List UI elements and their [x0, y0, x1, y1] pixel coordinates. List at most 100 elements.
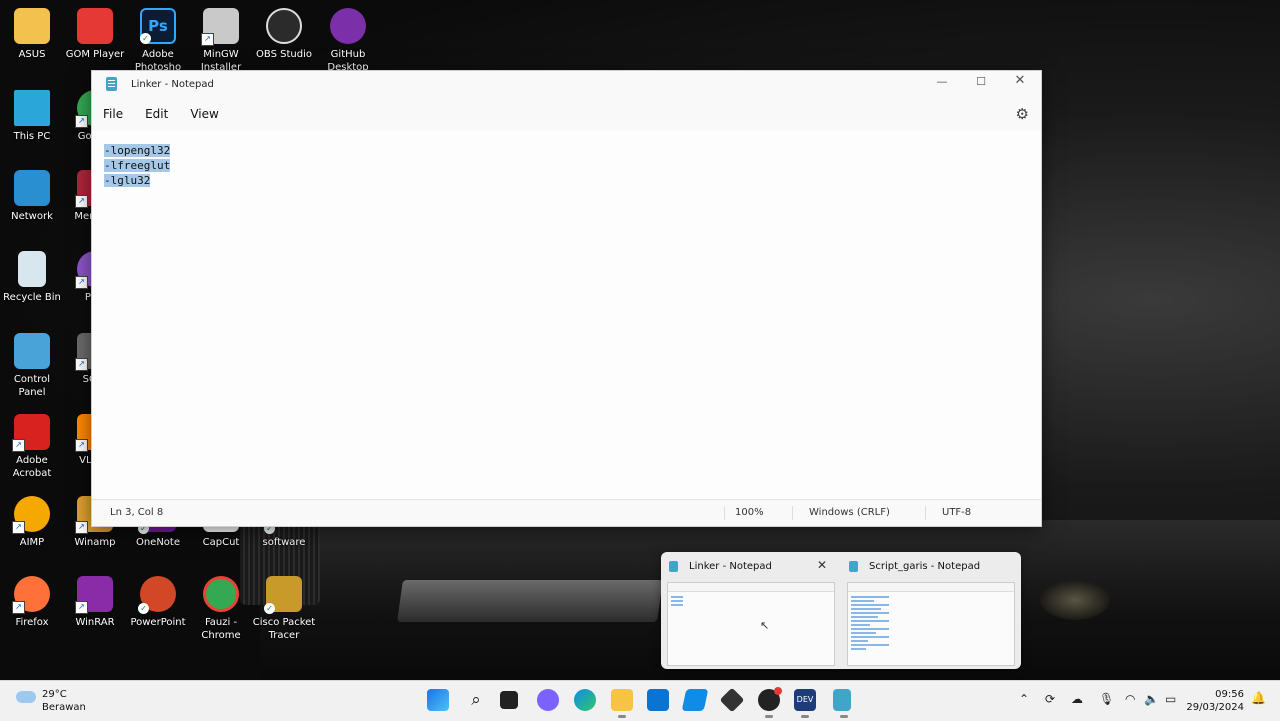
desktop-icon-label: Winamp — [74, 537, 116, 548]
preview-title: Linker - Notepad — [689, 561, 772, 572]
desktop-icon-label: Firefox — [15, 617, 49, 628]
wallpaper-laptop — [397, 580, 663, 622]
desktop-icon-aimp[interactable]: ↗ AIMP — [0, 496, 64, 549]
desktop-icon-gom-player[interactable]: GOM Player — [63, 8, 127, 61]
cloud-icon — [16, 691, 36, 703]
photoshop-icon: Ps ✓ — [140, 8, 176, 44]
taskbar-preview: Linker - Notepad ✕ ↖ Script_garis - Note… — [661, 552, 1021, 669]
desktop-icon-cisco-packet-tracer[interactable]: ✓ Cisco Packet Tracer — [252, 576, 316, 642]
firefox-icon: ↗ — [12, 576, 50, 614]
text-editor[interactable]: -lopengl32 -lfreeglut -lglu32 — [92, 131, 1041, 500]
desktop-icon-photoshop[interactable]: Ps ✓ Adobe Photosho — [126, 8, 190, 74]
editor-line: -lopengl32 — [104, 144, 171, 157]
recycle-bin-icon — [18, 251, 46, 287]
desktop-icon-label: GOM Player — [65, 49, 125, 60]
minimize-icon[interactable]: — — [922, 75, 962, 88]
desktop-icon-label: CapCut — [202, 537, 240, 548]
desktop-icon-github-desktop[interactable]: GitHub Desktop — [316, 8, 380, 74]
cursor-position: Ln 3, Col 8 — [110, 507, 164, 518]
desktop-icon-winrar[interactable]: ↗ WinRAR — [63, 576, 127, 629]
aimp-icon: ↗ — [12, 496, 50, 534]
clock[interactable]: 09:56 29/03/2024 — [1186, 688, 1244, 714]
close-icon[interactable]: ✕ — [817, 558, 827, 572]
notepad-icon — [849, 561, 858, 572]
desktop-icon-label: Control Panel — [13, 374, 51, 398]
wifi-icon[interactable]: ◠ — [1125, 692, 1135, 706]
desktop-icon-firefox[interactable]: ↗ Firefox — [0, 576, 64, 629]
preview-thumbnail[interactable] — [847, 582, 1015, 666]
store-icon[interactable] — [647, 689, 669, 711]
desktop-icon-recycle-bin[interactable]: Recycle Bin — [0, 251, 64, 304]
menu-file[interactable]: File — [103, 107, 123, 121]
close-icon[interactable]: ✕ — [1000, 73, 1040, 88]
desktop-icon-label: Network — [11, 211, 53, 222]
desktop-icon-acrobat[interactable]: ↗ Adobe Acrobat — [0, 414, 64, 480]
preview-title: Script_garis - Notepad — [869, 561, 981, 572]
sync-icon[interactable]: ⟳ — [1045, 692, 1055, 706]
menu-edit[interactable]: Edit — [145, 107, 168, 121]
status-bar: Ln 3, Col 8 100% Windows (CRLF) UTF-8 — [92, 499, 1041, 526]
battery-icon[interactable]: ▭ — [1165, 692, 1176, 706]
search-icon[interactable]: ⌕ — [465, 689, 487, 711]
start-button[interactable] — [427, 689, 449, 711]
desktop-icon-this-pc[interactable]: This PC — [0, 90, 64, 143]
folder-icon — [14, 8, 50, 44]
preview-card-linker[interactable]: Linker - Notepad ✕ ↖ — [661, 552, 835, 669]
devcpp-icon[interactable]: DEV — [794, 689, 816, 718]
chat-icon[interactable] — [537, 689, 559, 711]
gear-icon[interactable]: ⚙ — [1016, 105, 1029, 123]
microphone-icon[interactable]: 🎙 — [1099, 692, 1114, 706]
window-title: Linker - Notepad — [131, 78, 214, 90]
preview-thumbnail[interactable]: ↖ — [667, 582, 835, 666]
wallpaper-lamp — [1040, 580, 1110, 620]
task-view-icon[interactable] — [500, 691, 518, 709]
clock-date: 29/03/2024 — [1186, 702, 1244, 713]
mouse-cursor-icon: ↖ — [760, 619, 770, 632]
gom-player-icon — [77, 8, 113, 44]
desktop-icon-label: ASUS — [18, 49, 46, 60]
notification-bell-icon[interactable]: 🔔 — [1251, 691, 1266, 705]
edge-icon[interactable] — [574, 689, 596, 711]
weather-temp: 29°C — [42, 689, 67, 700]
volume-icon[interactable]: 🔈 — [1144, 692, 1159, 706]
control-panel-icon — [14, 333, 50, 369]
notepad-icon — [669, 561, 678, 572]
obs-taskbar-icon[interactable] — [758, 687, 782, 718]
editor-line: -lfreeglut — [104, 159, 171, 172]
maximize-icon[interactable]: ☐ — [961, 75, 1001, 88]
chrome-icon — [203, 576, 239, 612]
desktop-icon-mingw[interactable]: ↗ MinGW Installer — [189, 8, 253, 74]
taskbar: 29°C Berawan ⌕ DEV ⌃ ⟳ ☁ 🎙 ◠ 🔈 ▭ 09:56 2… — [0, 680, 1280, 721]
preview-card-script-garis[interactable]: Script_garis - Notepad — [841, 552, 1015, 669]
desktop-icon-control-panel[interactable]: Control Panel — [0, 333, 64, 399]
editor-line: -lglu32 — [104, 174, 151, 187]
desktop-icon-network[interactable]: Network — [0, 170, 64, 223]
packet-tracer-icon: ✓ — [264, 576, 302, 614]
title-bar[interactable]: Linker - Notepad — [92, 71, 1041, 97]
obs-icon — [266, 8, 302, 44]
file-explorer-icon[interactable] — [611, 689, 633, 718]
github-icon — [330, 8, 366, 44]
powerpoint-icon: ✓ — [138, 576, 176, 614]
desktop-icon-label: software — [262, 537, 306, 548]
menu-bar: File Edit View ⚙ — [92, 97, 1041, 131]
encoding: UTF-8 — [942, 507, 972, 518]
chevron-up-icon[interactable]: ⌃ — [1019, 692, 1029, 706]
desktop-icon-label: Fauzi - Chrome — [201, 617, 241, 641]
desktop-icon-powerpoint[interactable]: ✓ PowerPoint — [126, 576, 190, 629]
vscode-icon[interactable] — [681, 689, 709, 711]
desktop-icon-label: Cisco Packet Tracer — [252, 617, 316, 641]
desktop-icon-fauzi-chrome[interactable]: Fauzi - Chrome — [189, 576, 253, 642]
app-icon[interactable] — [719, 687, 745, 713]
notepad-taskbar-icon[interactable] — [833, 689, 851, 718]
onedrive-icon[interactable]: ☁ — [1071, 692, 1083, 706]
notepad-icon — [106, 77, 117, 91]
menu-view[interactable]: View — [190, 107, 218, 121]
desktop-icon-asus[interactable]: ASUS — [0, 8, 64, 61]
mingw-icon: ↗ — [201, 8, 239, 46]
weather-desc: Berawan — [42, 702, 86, 713]
desktop-icon-label: This PC — [13, 131, 51, 142]
desktop-icon-obs-studio[interactable]: OBS Studio — [252, 8, 316, 61]
acrobat-icon: ↗ — [12, 414, 50, 452]
zoom-level: 100% — [735, 507, 764, 518]
